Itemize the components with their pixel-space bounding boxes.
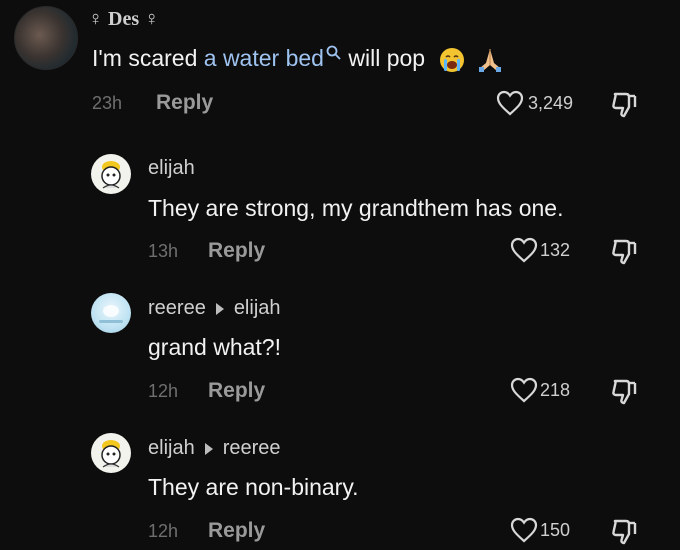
reply-text: grand what?! [148, 334, 281, 360]
reply-button[interactable]: Reply [208, 379, 265, 403]
avatar[interactable] [91, 433, 131, 473]
pastel-avatar-icon [99, 305, 123, 323]
thumbs-down-icon [612, 239, 637, 265]
dislike-button[interactable] [609, 377, 639, 407]
female-sign-icon: ♀ [144, 8, 160, 30]
thumbs-down-icon [612, 379, 637, 405]
reply-text: They are non-binary. [148, 474, 359, 500]
heart-icon [510, 517, 538, 543]
crying-face-icon [440, 47, 465, 72]
like-button[interactable]: 150 [510, 517, 570, 543]
search-link[interactable]: a water bed [204, 45, 342, 71]
avatar[interactable] [14, 6, 78, 70]
heart-icon [496, 90, 524, 116]
thumbs-down-icon [612, 519, 637, 545]
timestamp: 13h [148, 241, 179, 261]
cartoon-avatar-icon [101, 440, 121, 468]
reply-arrow-icon [204, 442, 213, 455]
like-button[interactable]: 132 [510, 237, 570, 263]
search-icon [326, 45, 341, 60]
avatar[interactable] [91, 154, 131, 194]
like-count: 3,249 [528, 92, 574, 113]
author-name[interactable]: elijah reeree [148, 437, 281, 460]
reply-text: They are strong, my grandthem has one. [148, 195, 564, 221]
dislike-button[interactable] [609, 237, 639, 267]
reply-button[interactable]: Reply [208, 519, 265, 543]
thumbs-down-icon [612, 92, 637, 118]
reply-to-name[interactable]: elijah [234, 297, 281, 319]
heart-icon [510, 237, 538, 263]
dislike-button[interactable] [609, 517, 639, 547]
reply-arrow-icon [215, 302, 224, 315]
dislike-button[interactable] [609, 90, 639, 120]
female-sign-icon: ♀ [88, 8, 103, 30]
reply-to-name[interactable]: reeree [223, 437, 281, 459]
timestamp: 12h [148, 521, 179, 541]
author-name[interactable]: reeree elijah [148, 297, 281, 320]
timestamp: 12h [148, 381, 179, 401]
like-button[interactable]: 218 [510, 377, 570, 403]
folded-hands-icon [478, 48, 501, 72]
author-name[interactable]: ♀ Des ♀ [88, 8, 159, 31]
like-button[interactable]: 3,249 [496, 90, 573, 116]
reply-button[interactable]: Reply [156, 91, 213, 115]
comment-text: I'm scared a water bed will pop [92, 45, 504, 74]
cartoon-avatar-icon [101, 161, 121, 189]
like-count: 218 [540, 379, 571, 400]
heart-icon [510, 377, 538, 403]
reply-button[interactable]: Reply [208, 239, 265, 263]
like-count: 132 [540, 239, 571, 260]
like-count: 150 [540, 519, 571, 540]
timestamp: 23h [92, 93, 123, 113]
avatar[interactable] [91, 293, 131, 333]
author-name[interactable]: elijah [148, 157, 195, 180]
